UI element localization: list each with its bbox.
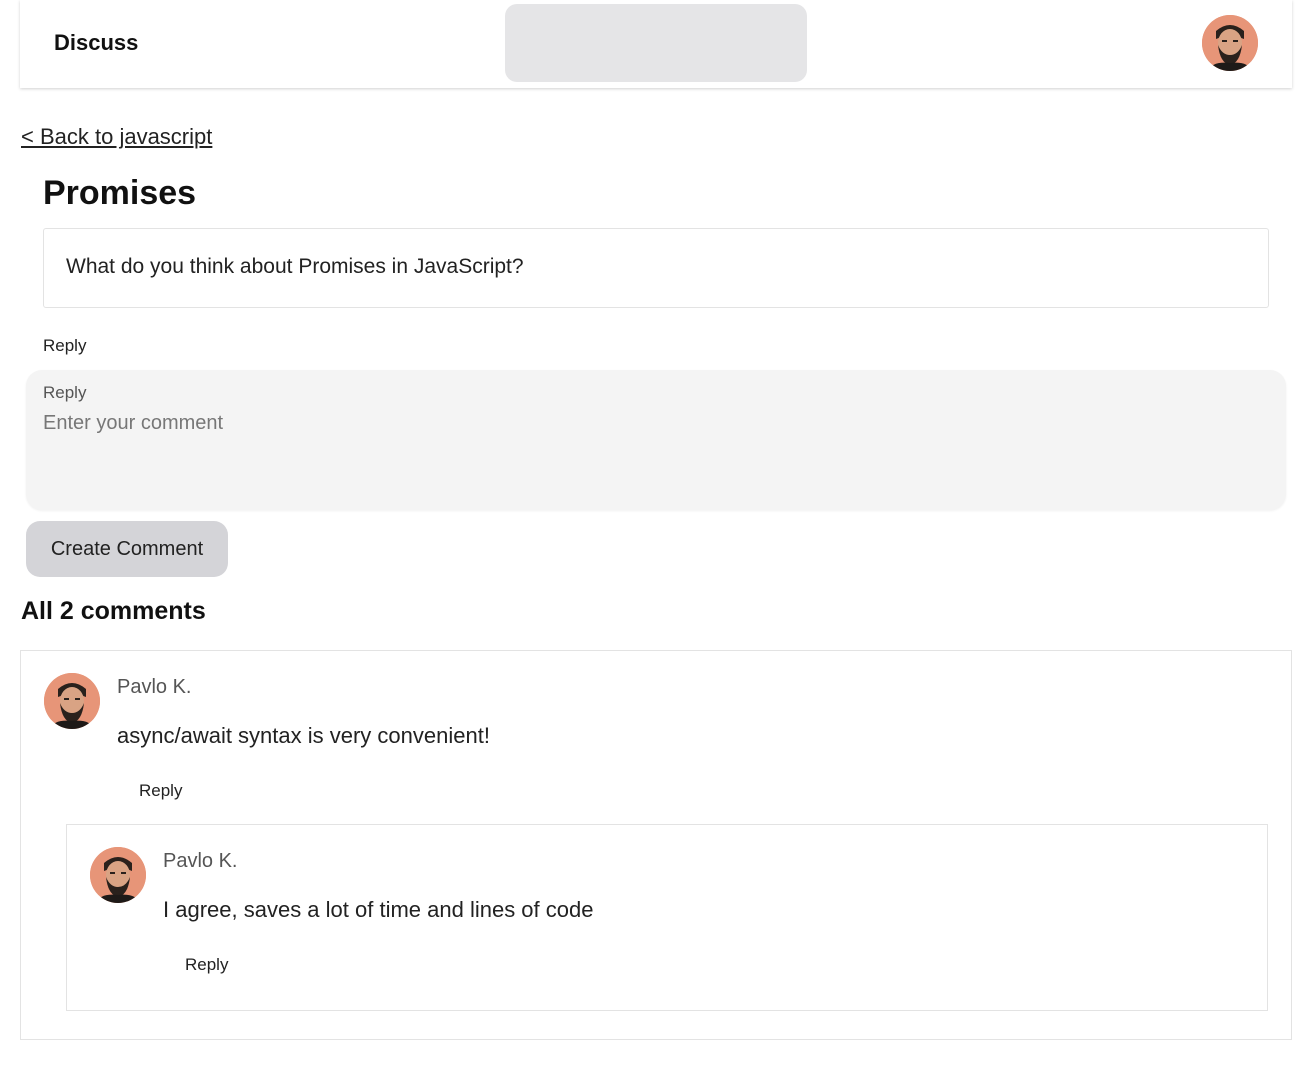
reply-text: I agree, saves a lot of time and lines o… xyxy=(163,897,594,922)
reply-author-avatar-icon[interactable] xyxy=(90,847,146,903)
comment-author-name: Pavlo K. xyxy=(117,676,192,698)
comment-input[interactable] xyxy=(43,412,1263,492)
comment-author-avatar-image xyxy=(44,673,100,729)
comment-composer-label: Reply xyxy=(43,383,87,402)
nested-replies: Pavlo K. I agree, saves a lot of time an… xyxy=(66,824,1268,1011)
search-bar[interactable] xyxy=(505,4,807,82)
reply-item: Pavlo K. I agree, saves a lot of time an… xyxy=(67,825,1267,1010)
reply-author-avatar-image xyxy=(90,847,146,903)
post-title: Promises xyxy=(43,174,197,212)
post-body: What do you think about Promises in Java… xyxy=(43,228,1269,308)
create-comment-button[interactable]: Create Comment xyxy=(26,521,228,577)
comment-composer: Reply xyxy=(26,370,1286,510)
post-reply-link[interactable]: Reply xyxy=(43,336,86,356)
reply-reply-link[interactable]: Reply xyxy=(185,955,228,975)
comment-item: Pavlo K. async/await syntax is very conv… xyxy=(21,651,1291,1039)
back-to-category-link[interactable]: < Back to javascript xyxy=(21,124,212,150)
comment-author-avatar-icon[interactable] xyxy=(44,673,100,729)
comments-heading: All 2 comments xyxy=(21,597,206,625)
user-avatar-icon[interactable] xyxy=(1202,15,1258,71)
brand-logo-text[interactable]: Discuss xyxy=(54,30,138,56)
comments-list: Pavlo K. async/await syntax is very conv… xyxy=(20,650,1292,1040)
comment-text: async/await syntax is very convenient! xyxy=(117,723,490,748)
top-header: Discuss xyxy=(20,0,1292,88)
user-avatar-image xyxy=(1202,15,1258,71)
reply-author-name: Pavlo K. xyxy=(163,850,238,872)
comment-reply-link[interactable]: Reply xyxy=(139,781,182,801)
